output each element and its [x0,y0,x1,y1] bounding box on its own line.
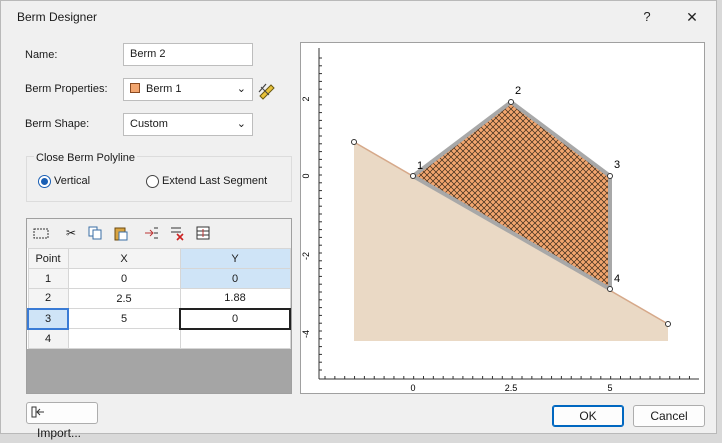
name-input[interactable]: Berm 2 [123,43,253,66]
x-tick-label: 2.5 [505,383,518,393]
delete-row-icon[interactable] [169,225,185,241]
table-row: 2 2.5 1.88 [27,288,291,309]
chevron-down-icon: ⌄ [236,83,246,95]
table-header-row: Point X Y [27,248,291,269]
cell-x[interactable]: 2.5 [67,288,181,309]
close-button[interactable]: ✕ [681,7,703,27]
cell-y[interactable] [179,328,291,349]
berm-vertex[interactable] [607,286,613,292]
paste-icon[interactable] [113,225,129,241]
berm-properties-value: Berm 1 [146,83,182,95]
y-tick-label: 2 [301,96,311,101]
cell-x[interactable] [67,328,181,349]
berm-shape-select[interactable]: Custom ⌄ [123,113,253,136]
name-label: Name: [25,49,58,61]
row-point[interactable]: 1 [27,268,69,289]
header-point: Point [27,248,69,269]
import-label: Import... [37,426,82,440]
close-polyline-title: Close Berm Polyline [34,152,138,164]
import-icon [31,406,45,420]
preview-canvas: 1 2 3 4 2 0 -2 -4 0 2.5 5 [301,48,699,393]
berm-shape-label: Berm Shape: [25,118,90,130]
berm-vertex[interactable] [508,99,514,105]
cancel-button[interactable]: Cancel [633,405,705,427]
header-x[interactable]: X [67,248,181,269]
row-point[interactable]: 4 [27,328,69,349]
ok-button[interactable]: OK [552,405,624,427]
add-row-icon[interactable] [195,225,211,241]
insert-row-icon[interactable] [143,225,159,241]
point-label: 1 [417,160,423,172]
grid-toolbar: ✂ [27,219,291,248]
berm-shape-value: Custom [130,118,168,130]
cut-icon[interactable]: ✂ [63,225,79,241]
copy-icon[interactable] [87,225,103,241]
berm-vertex[interactable] [410,173,416,179]
select-all-icon[interactable] [33,225,49,241]
radio-extend-last-segment[interactable] [146,175,159,188]
slope-vertex [351,139,357,145]
header-y[interactable]: Y [179,248,291,269]
title-bar: Berm Designer ? ✕ [1,1,716,33]
y-tick-label: 0 [301,173,311,178]
berm-properties-select[interactable]: Berm 1 ⌄ [123,78,253,101]
point-label: 3 [614,159,620,171]
y-axis-minor-ticks [319,57,322,371]
y-tick-label: -4 [301,330,311,338]
chevron-down-icon: ⌄ [236,118,246,130]
row-point[interactable]: 2 [27,288,69,309]
table-row: 1 0 0 [27,268,291,289]
point-label: 4 [614,273,620,285]
berm-designer-dialog: Berm Designer ? ✕ Name: Berm 2 Berm Prop… [0,0,717,440]
row-point[interactable]: 3 [27,307,69,330]
help-button[interactable]: ? [636,7,658,27]
cell-y[interactable]: 0 [179,268,291,289]
radio-vertical-label[interactable]: Vertical [54,175,90,187]
x-tick-label: 5 [607,383,612,393]
berm-properties-label: Berm Properties: [25,83,108,95]
edit-properties-icon[interactable] [257,80,277,100]
table-row: 4 [27,328,291,349]
y-tick-label: -2 [301,252,311,260]
cell-y-editing[interactable]: 0 [179,307,291,330]
x-tick-label: 0 [410,383,415,393]
window-title: Berm Designer [17,10,98,24]
import-button[interactable]: Import... [26,402,98,440]
radio-vertical[interactable] [38,175,51,188]
berm-preview-plot[interactable]: 1 2 3 4 2 0 -2 -4 0 2.5 5 [300,42,705,394]
slope-vertex [665,321,671,327]
points-grid: ✂ Point X Y 1 0 0 2 2.5 1.88 3 5 0 4 [26,218,292,394]
point-label: 2 [515,85,521,97]
cell-y[interactable]: 1.88 [179,288,291,309]
cell-x[interactable]: 5 [67,308,181,329]
points-table: Point X Y 1 0 0 2 2.5 1.88 3 5 0 4 [27,248,291,349]
radio-extend-label[interactable]: Extend Last Segment [162,175,267,187]
berm-vertex[interactable] [607,173,613,179]
berm-color-swatch [130,83,140,93]
cell-x[interactable]: 0 [67,268,181,289]
table-row: 3 5 0 [27,307,291,330]
